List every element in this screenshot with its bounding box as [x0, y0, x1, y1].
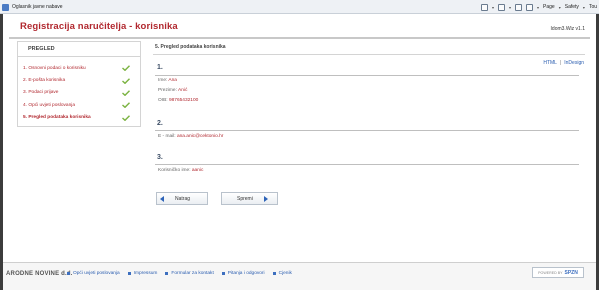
- footer-link-label: Cjenik: [278, 271, 292, 276]
- first-name-label: Ime:: [158, 78, 168, 83]
- print-icon[interactable]: [526, 3, 534, 11]
- wizard-sidebar: PREGLED 1. Osnovni podaci o korisniku 2.…: [17, 41, 141, 127]
- footer-link-faq[interactable]: Pitanja i odgovori: [221, 271, 265, 276]
- check-icon: [122, 77, 130, 84]
- section-3-number: 3.: [157, 154, 163, 161]
- page-title: Registracija naručitelja - korisnika: [20, 21, 178, 32]
- footer-link-label: Opći uvjeti poslovanja: [73, 271, 120, 276]
- footer-link-pricing[interactable]: Cjenik: [272, 271, 292, 276]
- header-divider: [9, 37, 590, 39]
- sidebar-divider: [18, 56, 140, 57]
- wizard-step-1[interactable]: 1. Osnovni podaci o korisniku: [18, 62, 140, 74]
- username-field: Korisničko ime: aanic: [158, 168, 203, 173]
- powered-by-brand: SPZN: [564, 269, 578, 276]
- page-menu[interactable]: Page: [543, 4, 555, 10]
- browser-toolbar: Oglasnik javne nabave ▾ ▾ ▾ Page ▾ Safet…: [0, 0, 599, 14]
- check-icon: [122, 114, 130, 121]
- powered-by-label: POWERED BY: [538, 270, 563, 275]
- oib-value: 98765432100: [168, 98, 199, 103]
- oib-label: OIB:: [158, 98, 168, 103]
- username-label: Korisničko ime:: [158, 168, 191, 173]
- email-label: E - mail:: [158, 134, 176, 139]
- sidebar-title: PREGLED: [28, 46, 55, 52]
- version-label: Idom3.Wiz v1.1: [550, 26, 585, 32]
- last-name-label: Prezime:: [158, 88, 177, 93]
- tools-menu[interactable]: Tou: [589, 4, 597, 10]
- window-frame-left: [0, 14, 3, 290]
- wizard-step-label: 2. E-pošta korisnika: [23, 78, 66, 84]
- wizard-step-label: 5. Pregled podataka korisnika: [23, 115, 91, 121]
- chevron-down-icon[interactable]: ▾: [559, 5, 561, 10]
- wizard-step-5[interactable]: 5. Pregled podataka korisnika: [18, 112, 140, 124]
- footer-link-label: Pitanja i odgovori: [227, 271, 265, 276]
- section-3-divider: [155, 164, 579, 165]
- check-icon: [122, 65, 130, 72]
- last-name-field: Prezime: Anić: [158, 88, 187, 93]
- bullet-icon: [67, 272, 70, 275]
- oib-field: OIB: 98765432100: [158, 98, 198, 103]
- check-icon: [122, 102, 130, 109]
- wizard-step-label: 1. Osnovni podaci o korisniku: [23, 65, 86, 71]
- export-separator: |: [559, 60, 562, 66]
- footer-brand: ARODNE NOVINE d.d.: [6, 271, 73, 277]
- footer-link-contact[interactable]: Formular za kontakt: [165, 271, 214, 276]
- footer-link-label: Formular za kontakt: [171, 271, 214, 276]
- export-indesign-link[interactable]: InDesign: [564, 60, 584, 66]
- save-button[interactable]: Spremi: [221, 192, 278, 205]
- footer-link-impressum[interactable]: Impressum: [127, 271, 158, 276]
- feeds-icon[interactable]: [498, 3, 505, 11]
- back-button-label: Natrag: [175, 195, 191, 202]
- section-1-number: 1.: [157, 64, 163, 71]
- section-2-divider: [155, 130, 579, 131]
- browser-tab-title: Oglasnik javne nabave: [12, 4, 63, 10]
- export-html-link[interactable]: HTML: [543, 60, 557, 66]
- save-button-label: Spremi: [237, 195, 253, 202]
- chevron-down-icon[interactable]: ▾: [492, 5, 494, 10]
- favicon-icon: [2, 3, 9, 11]
- bullet-icon: [272, 272, 276, 275]
- section-heading: 5. Pregled podataka korisnika: [155, 44, 226, 50]
- chevron-down-icon[interactable]: ▾: [537, 5, 539, 10]
- export-links: HTML | InDesign: [543, 60, 584, 66]
- browser-tab[interactable]: Oglasnik javne nabave: [2, 1, 72, 13]
- browser-tools: ▾ ▾ ▾ Page ▾ Safety ▾ Tou: [480, 2, 597, 12]
- footer-link-label: Impressum: [133, 271, 158, 276]
- wizard-step-4[interactable]: 4. Opći uvjeti poslovanja: [18, 99, 140, 111]
- safety-menu[interactable]: Safety: [565, 4, 579, 10]
- footer-links: Opći uvjeti poslovanja Impressum Formula…: [67, 271, 292, 276]
- username-value: aanic: [191, 168, 204, 173]
- footer-link-terms[interactable]: Opći uvjeti poslovanja: [67, 271, 120, 276]
- home-icon[interactable]: [480, 3, 488, 11]
- email-field: E - mail: ana.anic@cektonio.hr: [158, 134, 223, 139]
- wizard-step-label: 3. Podaci prijave: [23, 90, 59, 96]
- footer: ARODNE NOVINE d.d. Opći uvjeti poslovanj…: [3, 263, 596, 290]
- last-name-value: Anić: [178, 88, 188, 93]
- content-divider: [153, 54, 585, 55]
- wizard-step-2[interactable]: 2. E-pošta korisnika: [18, 74, 140, 86]
- section-2-number: 2.: [157, 120, 163, 127]
- chevron-down-icon[interactable]: ▾: [509, 5, 511, 10]
- wizard-step-3[interactable]: 3. Podaci prijave: [18, 87, 140, 99]
- back-button[interactable]: Natrag: [156, 192, 208, 205]
- first-name-value: Ana: [168, 78, 177, 83]
- bullet-icon: [165, 272, 169, 275]
- powered-by-badge[interactable]: POWERED BY SPZN: [532, 267, 584, 278]
- mail-icon[interactable]: [515, 3, 523, 11]
- email-value: ana.anic@cektonio.hr: [176, 134, 224, 139]
- check-icon: [122, 90, 130, 96]
- arrow-right-icon: [263, 195, 268, 202]
- wizard-steps: 1. Osnovni podaci o korisniku 2. E-pošta…: [18, 62, 140, 124]
- first-name-field: Ime: Ana: [158, 78, 177, 83]
- bullet-icon: [221, 272, 225, 275]
- wizard-step-label: 4. Opći uvjeti poslovanja: [23, 102, 75, 108]
- chevron-down-icon[interactable]: ▾: [583, 5, 585, 10]
- section-1-divider: [155, 75, 579, 76]
- arrow-left-icon: [160, 195, 164, 202]
- bullet-icon: [127, 272, 131, 275]
